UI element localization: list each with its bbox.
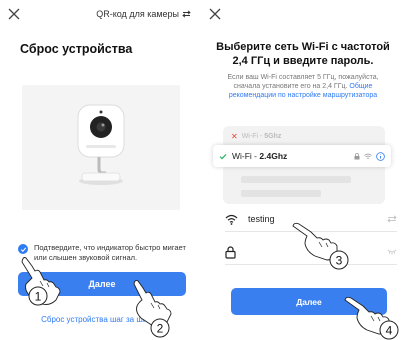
page-title: Сброс устройства <box>20 42 133 56</box>
lock-icon <box>225 245 236 259</box>
close-icon[interactable] <box>207 6 223 22</box>
password-field[interactable] <box>225 244 397 260</box>
wifi-5ghz-label: Wi-Fi - 5Ghz <box>241 132 282 140</box>
placeholder-bar <box>241 176 351 183</box>
info-text-block: Если ваш Wi-Fi составляет 5 ГГц, пожалуй… <box>215 73 391 100</box>
ssid-input[interactable]: testing <box>248 214 275 224</box>
wifi-24ghz-row[interactable]: Wi-Fi - 2.4Ghz <box>213 145 391 167</box>
reset-device-screen: QR-код для камеры Сброс устройства Подтв… <box>0 0 201 340</box>
next-button[interactable]: Далее <box>231 288 387 315</box>
reset-steps-link[interactable]: Сброс устройства шаг за шагом <box>0 315 201 324</box>
wifi-icon <box>364 153 372 159</box>
password-underline <box>225 264 397 265</box>
wifi-5ghz-row: ✕ Wi-Fi - 5Ghz <box>231 130 381 142</box>
swap-icon <box>182 10 191 18</box>
camera-illustration <box>77 104 125 185</box>
wifi-24ghz-label: Wi-Fi - 2.4Ghz <box>232 151 288 161</box>
swap-icon[interactable] <box>387 215 397 223</box>
step-4-label: 4 <box>386 324 393 338</box>
eye-hidden-icon[interactable] <box>387 249 397 255</box>
confirm-checkbox-row[interactable]: Подтвердите, что индикатор быстро мигает… <box>18 243 196 263</box>
wifi-icon <box>225 214 238 225</box>
confirm-text: Подтвердите, что индикатор быстро мигает… <box>34 243 186 262</box>
page-title: Выберите сеть Wi-Fi с частотой 2,4 ГГц и… <box>216 41 390 67</box>
close-icon[interactable] <box>6 6 22 22</box>
camera-illustration-box <box>22 85 180 210</box>
qr-code-link-label: QR-код для камеры <box>96 9 179 19</box>
wifi-row-icons <box>354 151 385 161</box>
error-x-icon: ✕ <box>231 131 238 141</box>
confirm-checkbox[interactable] <box>18 244 28 254</box>
wifi-setup-screens: QR-код для камеры Сброс устройства Подтв… <box>0 0 402 340</box>
lock-icon <box>354 152 360 159</box>
check-icon <box>20 246 26 252</box>
qr-code-link[interactable]: QR-код для камеры <box>96 9 191 19</box>
wifi-select-screen: Выберите сеть Wi-Fi с частотой 2,4 ГГц и… <box>201 0 402 340</box>
ssid-field[interactable]: testing <box>225 211 397 227</box>
step-4-badge: 4 <box>379 320 399 340</box>
placeholder-bar <box>241 190 321 197</box>
next-button[interactable]: Далее <box>18 272 186 296</box>
check-icon <box>219 153 227 159</box>
ssid-underline <box>225 231 397 232</box>
info-icon[interactable] <box>376 151 385 161</box>
